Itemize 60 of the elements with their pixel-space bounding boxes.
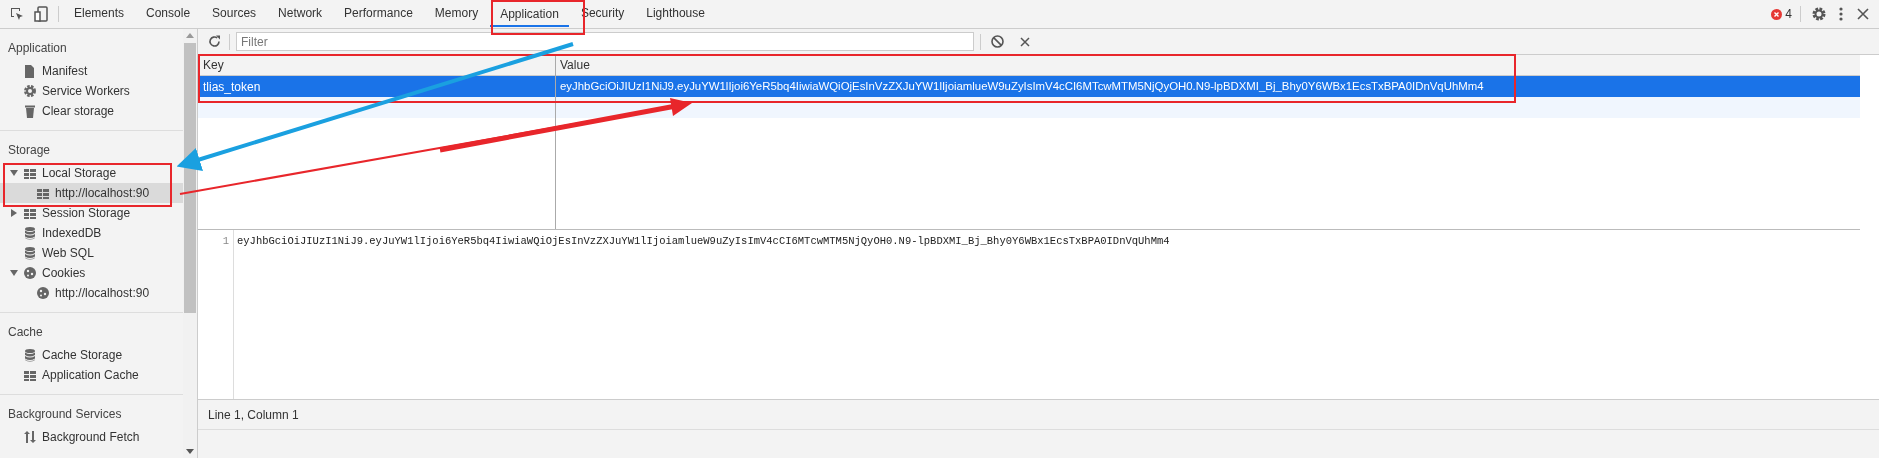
panel-tab[interactable]: Elements [64, 0, 135, 29]
error-icon [1771, 8, 1783, 20]
database-icon [23, 246, 37, 260]
table-row[interactable]: tlias_token eyJhbGciOiJIUzI1NiJ9.eyJuYW1lIjoi6YeR5bq4IiwiaWQiOjEsInVzZXJuYW1lIjoiamlueW9uZyIsImV4cCI6MTcwMTM5NjQyOH0.N9-lpBDXMI_Bj_Bhy0Y6WBx1EcsTxBPA0IDnVqUhMm4 [198, 76, 1860, 97]
cookie-icon [36, 286, 50, 300]
section-title: Cache [7, 324, 44, 341]
trash-icon [23, 104, 37, 118]
up-down-arrows-icon [23, 430, 37, 444]
line-number: 1 [222, 234, 229, 248]
expanded-arrow-icon[interactable] [10, 170, 18, 176]
inspect-icon[interactable] [9, 6, 25, 22]
more-menu-icon[interactable] [1839, 7, 1843, 21]
sidebar-item[interactable]: Cache Storage [0, 345, 183, 365]
panel-tab[interactable]: Performance [334, 0, 423, 29]
sidebar-item[interactable]: Service Workers [0, 81, 183, 101]
panel-tab[interactable]: Network [268, 0, 333, 29]
settings-icon[interactable] [1811, 6, 1827, 22]
sidebar-item[interactable]: Local Storage [0, 163, 183, 183]
sidebar-item[interactable]: Background Fetch [0, 427, 183, 447]
database-icon [23, 348, 37, 362]
sidebar-item[interactable]: Cookies [0, 263, 183, 283]
collapsed-arrow-icon[interactable] [10, 209, 18, 217]
close-icon[interactable] [1857, 8, 1869, 20]
filter-field[interactable]: Filter [236, 32, 974, 51]
delete-selected-icon[interactable] [1020, 36, 1030, 47]
section-title: Background Services [7, 406, 123, 423]
sidebar-item[interactable]: http://localhost:90 [0, 183, 183, 203]
section-title: Storage [7, 142, 52, 159]
sidebar-item[interactable]: http://localhost:90 [0, 283, 183, 303]
key-cell-text: tlias_token [202, 78, 262, 96]
section-title: Application [7, 40, 68, 57]
panel-tab[interactable]: Lighthouse [636, 0, 715, 29]
value-cell-text: eyJhbGciOiJIUzI1NiJ9.eyJuYW1lIjoi6YeR5bq4IiwiaWQiOjEsInVzZXJuYW1lIjoiamlueW9uZyIsImV4cCI6MTcwMTM5NjQyOH0.N9-lpBDXMI_Bj_Bhy0Y6WBx1EcsTxBPA0IDnVqUhMm4 [559, 78, 1485, 94]
gear-icon [23, 84, 37, 98]
clear-all-icon[interactable] [991, 35, 1004, 48]
sidebar-item[interactable]: IndexedDB [0, 223, 183, 243]
sidebar-item[interactable]: Web SQL [0, 243, 183, 263]
panel-tab[interactable]: Memory [424, 0, 489, 29]
column-header[interactable]: Value [560, 56, 590, 74]
grid-icon [23, 368, 37, 382]
sidebar-item[interactable]: Clear storage [0, 101, 183, 121]
sidebar-item[interactable]: Manifest [0, 61, 183, 81]
panel-tab[interactable]: Console [136, 0, 201, 29]
expanded-arrow-icon[interactable] [10, 270, 18, 276]
grid-icon [36, 186, 50, 200]
grid-icon [23, 206, 37, 220]
device-toolbar-icon[interactable] [34, 6, 48, 22]
scroll-down-icon[interactable] [186, 449, 194, 454]
column-header[interactable]: Key [203, 56, 224, 74]
cursor-position: Line 1, Column 1 [208, 406, 299, 424]
database-icon [23, 226, 37, 240]
code-line: eyJhbGciOiJIUzI1NiJ9.eyJuYW1lIjoi6YeR5bq4IiwiaWQiOjEsInVzZXJuYW1lIjoiamlueW9uZyIsImV4cCI6MTcwMTM5NjQyOH0.N9-lpBDXMI_Bj_Bhy0Y6WBx1EcsTxBPA0IDnVqUhMm4 [237, 234, 1170, 248]
document-icon [23, 64, 37, 78]
panel-tab[interactable]: Sources [202, 0, 267, 29]
grid-icon [23, 166, 37, 180]
error-count[interactable]: 4 [1785, 5, 1792, 23]
refresh-icon[interactable] [208, 35, 221, 48]
sidebar-item[interactable]: Application Cache [0, 365, 183, 385]
sidebar-item[interactable]: Session Storage [0, 203, 183, 223]
cookie-icon [23, 266, 37, 280]
